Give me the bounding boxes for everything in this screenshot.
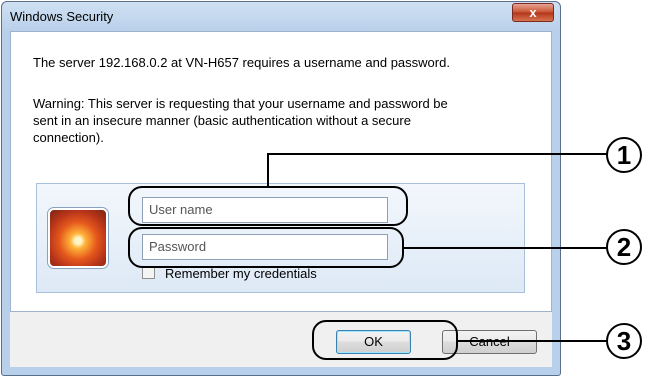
callout-outline-2 <box>128 227 404 268</box>
dialog-content: The server 192.168.0.2 at VN-H657 requir… <box>10 31 552 312</box>
remember-label: Remember my credentials <box>165 266 317 281</box>
title-bar[interactable]: Windows Security x <box>2 2 560 30</box>
remember-credentials-checkbox[interactable]: Remember my credentials <box>142 266 317 281</box>
callout-number-2: 2 <box>606 229 642 265</box>
window-title: Windows Security <box>10 9 114 24</box>
callout-leader-2 <box>404 247 608 249</box>
close-button[interactable]: x <box>512 3 554 22</box>
callout-number-1: 1 <box>606 137 642 173</box>
callout-leader-1-vertical <box>267 153 269 187</box>
warning-line-1: Warning: This server is requesting that … <box>33 96 448 111</box>
server-message: The server 192.168.0.2 at VN-H657 requir… <box>33 55 450 70</box>
callout-outline-1 <box>128 186 408 226</box>
close-icon: x <box>529 5 537 20</box>
callout-outline-3 <box>312 320 458 360</box>
user-picture-icon <box>48 208 108 268</box>
callout-leader-1 <box>267 153 607 155</box>
callout-leader-3 <box>458 340 608 342</box>
warning-line-3: connection). <box>33 130 104 145</box>
callout-number-3: 3 <box>606 323 642 359</box>
warning-line-2: sent in an insecure manner (basic authen… <box>33 113 411 128</box>
